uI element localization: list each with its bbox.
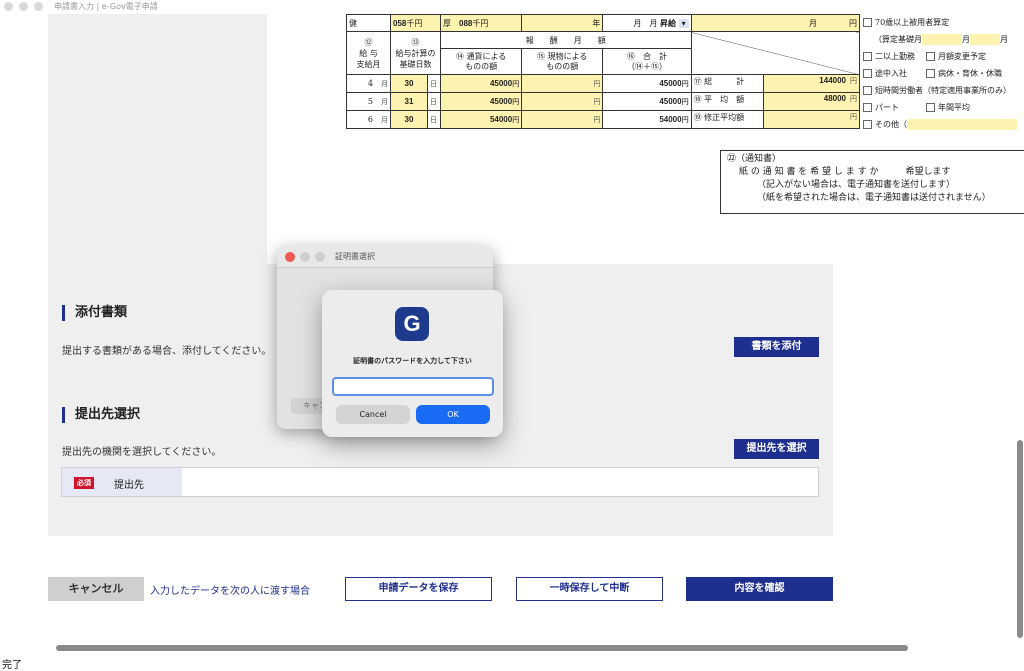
chevron-down-icon[interactable]: ▾	[678, 18, 689, 28]
days-field[interactable]: 30	[390, 74, 428, 93]
sonota-field[interactable]	[907, 119, 1017, 130]
window-title: 申請書入力 | e-Gov電子申請	[54, 2, 158, 11]
kind-field[interactable]: 円	[521, 74, 604, 93]
destination-field[interactable]: 必須 提出先	[61, 467, 819, 497]
total-field: 45000円	[602, 92, 692, 111]
amount-field[interactable]: 月 円	[690, 14, 861, 32]
attach-document-button[interactable]: 書類を添付	[734, 337, 819, 357]
cert-window-title: 証明書選択	[335, 252, 375, 261]
attachments-title: 添付書類	[62, 305, 127, 321]
checkbox-nenkan[interactable]	[926, 103, 935, 112]
app-logo-icon: G	[395, 307, 429, 341]
year-field[interactable]: 年	[521, 14, 604, 32]
close-window-button[interactable]	[4, 2, 13, 11]
total-field: 45000円	[602, 74, 692, 93]
close-icon[interactable]	[285, 252, 295, 262]
password-input[interactable]	[332, 377, 494, 396]
status-text: 完了	[2, 660, 22, 671]
checkbox-nijou[interactable]	[863, 52, 872, 61]
password-ok-button[interactable]: OK	[416, 405, 490, 424]
table-row: ⑫給 与 支給月 ⑬ 給与計算の 基礎日数 報 酬 月 額	[346, 31, 861, 75]
table-row: 6 月 30 日 54000円 円 54000円 ⑲ 修正平均額円	[346, 110, 861, 129]
destination-title: 提出先選択	[62, 407, 140, 423]
password-prompt: 証明書のパスワードを入力して下さい	[353, 357, 472, 365]
kenpo-field[interactable]: 058千円	[390, 14, 441, 32]
destination-label: 提出先	[114, 480, 144, 491]
confirm-content-button[interactable]: 内容を確認	[686, 577, 833, 601]
santei-row: （算定基礎月月月	[874, 34, 1008, 45]
required-badge: 必須	[74, 477, 94, 489]
checkbox[interactable]	[863, 18, 872, 27]
checkbox-tochu[interactable]	[863, 69, 872, 78]
password-dialog: G 証明書のパスワードを入力して下さい Cancel OK	[322, 290, 503, 437]
save-application-button[interactable]: 申請データを保存	[345, 577, 492, 601]
checkbox-sonota[interactable]	[863, 120, 872, 129]
cert-window-titlebar: 証明書選択	[277, 246, 493, 268]
table-row: 4 月 30 日 45000円 円 45000円 ⑰ 総 計 144000 円	[346, 74, 861, 93]
handover-link[interactable]: 入力したデータを次の人に渡す場合	[150, 582, 310, 597]
minimize-window-button[interactable]	[19, 2, 28, 11]
title-bar: 申請書入力 | e-Gov電子申請	[0, 0, 1024, 14]
cash-field[interactable]: 45000円	[439, 92, 523, 111]
minimize-icon[interactable]	[300, 252, 310, 262]
destination-description: 提出先の機関を選択してください。	[62, 447, 222, 458]
table-row: 健 058千円 厚 088千円 年 月 月 昇給 ▾ 月 円	[346, 14, 861, 32]
option-checkboxes: 70歳以上被用者算定 （算定基礎月月月 二以上勤務 月額変更予定 途中入社 病休…	[860, 14, 1024, 133]
zoom-icon[interactable]	[315, 252, 325, 262]
cash-field[interactable]: 54000円	[439, 110, 523, 129]
total-field: 54000円	[602, 110, 692, 129]
checkbox-getsugaku[interactable]	[926, 52, 935, 61]
option-70[interactable]: 70歳以上被用者算定	[860, 14, 1024, 31]
select-destination-button[interactable]: 提出先を選択	[734, 439, 819, 459]
cancel-button[interactable]: キャンセル	[48, 577, 144, 601]
app-window: 申請書入力 | e-Gov電子申請 健 058千円 厚 088千円 年 月 月 …	[0, 0, 1024, 671]
password-cancel-button[interactable]: Cancel	[336, 405, 410, 424]
attachments-description: 提出する書類がある場合、添付してください。	[62, 346, 272, 357]
notice-box: ㉒（通知書） 紙 の 通 知 書 を 希 望 し ま す か 希望します （記入…	[720, 150, 1024, 214]
checkbox-part[interactable]	[863, 103, 872, 112]
remuneration-table: 健 058千円 厚 088千円 年 月 月 昇給 ▾ 月 円 ⑫給 与 支給月 …	[346, 14, 861, 129]
month-field[interactable]: 月 月 昇給 ▾	[602, 14, 692, 32]
days-field[interactable]: 31	[390, 92, 428, 111]
table-row: 5 月 31 日 45000円 円 45000円 ⑱ 平 均 額 48000 円	[346, 92, 861, 111]
kosei-field[interactable]: 厚 088千円	[439, 14, 523, 32]
kind-field[interactable]: 円	[521, 92, 604, 111]
checkbox-tanjikan[interactable]	[863, 86, 872, 95]
destination-label-cell: 必須 提出先	[62, 468, 182, 496]
vertical-scrollbar[interactable]	[1017, 440, 1023, 638]
temporary-save-button[interactable]: 一時保存して中断	[516, 577, 663, 601]
kind-field[interactable]: 円	[521, 110, 604, 129]
days-field[interactable]: 30	[390, 110, 428, 129]
zoom-window-button[interactable]	[34, 2, 43, 11]
horizontal-scrollbar[interactable]	[56, 645, 908, 651]
checkbox-kyushoku[interactable]	[926, 69, 935, 78]
cash-field[interactable]: 45000円	[439, 74, 523, 93]
